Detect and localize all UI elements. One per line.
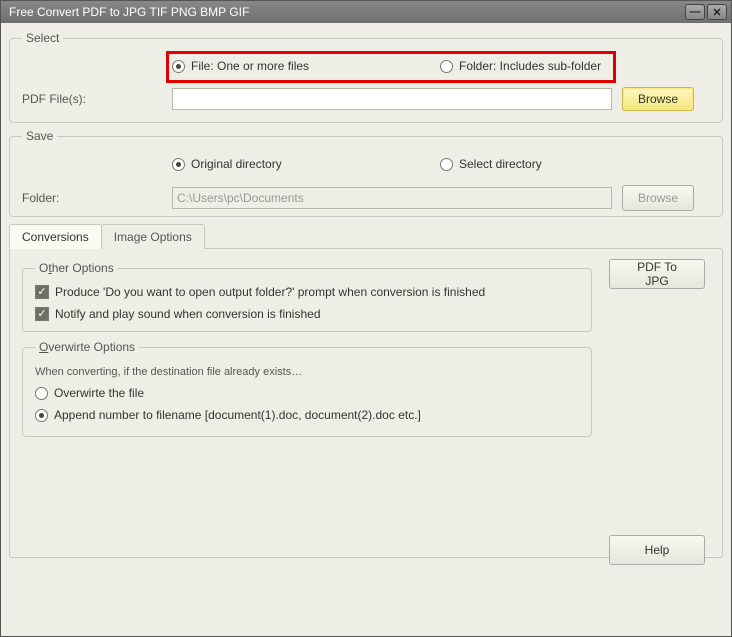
folder-radio[interactable]: Folder: Includes sub-folder: [440, 59, 601, 73]
conversions-pane: Other Options Produce 'Do you want to op…: [9, 248, 723, 558]
overwrite-options-legend: Overwirte Options: [35, 340, 139, 354]
prompt-open-folder-checkbox[interactable]: Produce 'Do you want to open output fold…: [35, 285, 485, 299]
tab-conversions[interactable]: Conversions: [9, 224, 102, 249]
select-legend: Select: [22, 31, 63, 45]
radio-dot-icon: [172, 60, 185, 73]
checkbox-icon: [35, 285, 49, 299]
folder-input: [172, 187, 612, 209]
notify-sound-checkbox[interactable]: Notify and play sound when conversion is…: [35, 307, 321, 321]
radio-dot-icon: [440, 158, 453, 171]
tab-image-options[interactable]: Image Options: [101, 224, 205, 249]
app-window: Free Convert PDF to JPG TIF PNG BMP GIF …: [0, 0, 732, 637]
overwrite-file-radio[interactable]: Overwirte the file: [35, 386, 144, 400]
radio-dot-icon: [440, 60, 453, 73]
select-group: Select File: One or more files Folder: I…: [9, 31, 723, 123]
save-group: Save Original directory Select directory…: [9, 129, 723, 217]
save-legend: Save: [22, 129, 57, 143]
overwrite-options-group: Overwirte Options When converting, if th…: [22, 340, 592, 437]
close-button[interactable]: ✕: [707, 4, 727, 20]
tabstrip: Conversions Image Options: [9, 223, 723, 248]
other-options-group: Other Options Produce 'Do you want to op…: [22, 261, 592, 332]
browse-button[interactable]: Browse: [622, 87, 694, 111]
folder-browse-button[interactable]: Browse: [622, 185, 694, 211]
pdf-files-input[interactable]: [172, 88, 612, 110]
minimize-button[interactable]: —: [685, 4, 705, 20]
pdf-files-label: PDF File(s):: [22, 92, 172, 106]
client-area: Select File: One or more files Folder: I…: [1, 23, 731, 636]
radio-dot-icon: [35, 387, 48, 400]
original-dir-radio[interactable]: Original directory: [172, 157, 440, 171]
other-options-legend: Other Options: [35, 261, 118, 275]
file-radio[interactable]: File: One or more files: [172, 59, 440, 73]
help-button[interactable]: Help: [609, 535, 705, 565]
checkbox-icon: [35, 307, 49, 321]
append-number-radio[interactable]: Append number to filename [document(1).d…: [35, 408, 421, 422]
select-dir-radio[interactable]: Select directory: [440, 157, 542, 171]
folder-label: Folder:: [22, 191, 172, 205]
window-title: Free Convert PDF to JPG TIF PNG BMP GIF: [9, 5, 683, 19]
radio-dot-icon: [35, 409, 48, 422]
radio-dot-icon: [172, 158, 185, 171]
pdf-to-jpg-button[interactable]: PDF To JPG: [609, 259, 705, 289]
overwrite-hint: When converting, if the destination file…: [35, 366, 302, 378]
titlebar: Free Convert PDF to JPG TIF PNG BMP GIF …: [1, 1, 731, 23]
